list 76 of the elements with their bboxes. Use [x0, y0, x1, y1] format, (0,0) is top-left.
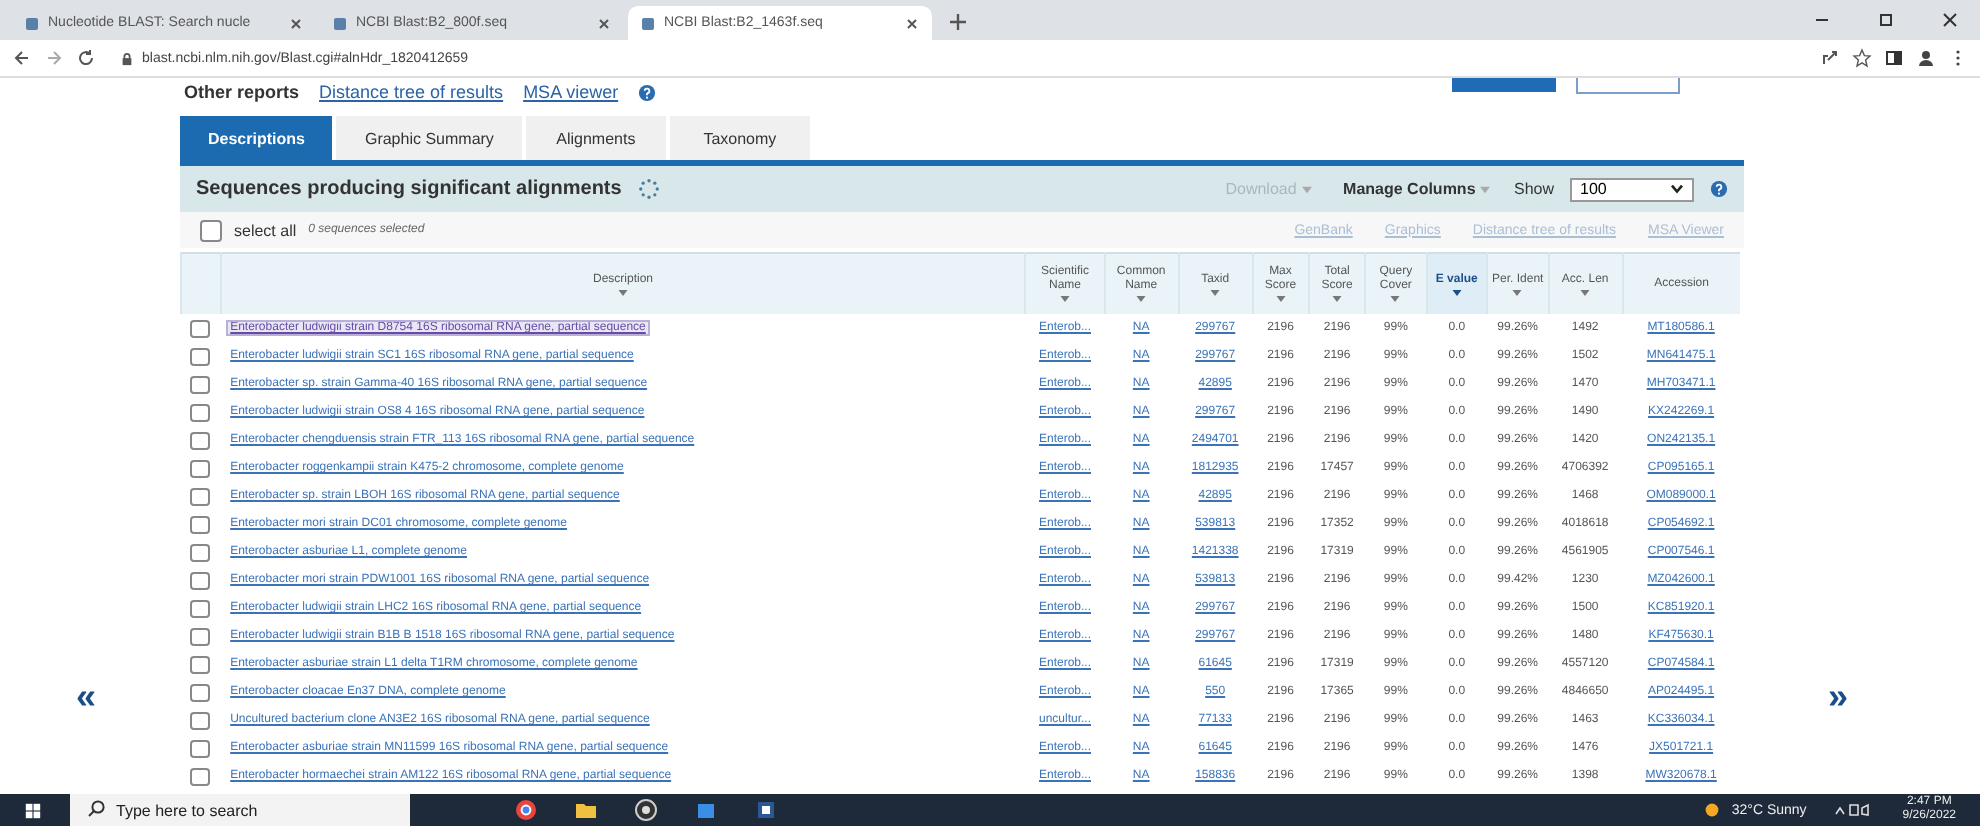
tray-icon[interactable] — [1834, 802, 1875, 818]
next-button[interactable]: » — [1819, 678, 1856, 714]
reload-icon[interactable] — [76, 48, 96, 68]
sort-icon[interactable] — [1210, 289, 1221, 295]
sort-icon[interactable] — [1332, 296, 1343, 302]
sort-icon[interactable] — [1390, 296, 1401, 302]
row-checkbox[interactable] — [190, 347, 211, 365]
select-all-checkbox[interactable] — [200, 219, 222, 241]
chevron-down-icon — [1670, 184, 1684, 194]
profile-icon[interactable] — [1916, 48, 1936, 68]
caret-icon — [1479, 185, 1490, 194]
sort-icon[interactable] — [1451, 289, 1462, 295]
search-field[interactable]: Type here to search — [116, 794, 410, 826]
row-checkbox[interactable] — [190, 459, 211, 477]
help-icon[interactable] — [638, 83, 657, 101]
row-checkbox[interactable] — [190, 431, 211, 449]
panel-title: Sequences producing significant alignments — [196, 178, 622, 200]
sort-icon[interactable] — [1060, 296, 1070, 302]
results-tab[interactable]: Descriptions — [180, 116, 333, 160]
new-tab-icon[interactable] — [948, 12, 968, 32]
row-checkbox[interactable] — [190, 627, 211, 645]
row-checkbox[interactable] — [190, 739, 211, 757]
row-checkbox[interactable] — [190, 487, 211, 505]
row-checkbox[interactable] — [190, 403, 211, 421]
row-checkbox[interactable] — [190, 599, 211, 617]
share-icon[interactable] — [1820, 48, 1840, 68]
report-link[interactable]: MSA viewer — [523, 82, 619, 102]
page-icon — [640, 15, 656, 31]
results-tab[interactable]: Taxonomy — [669, 116, 810, 160]
close-icon[interactable] — [596, 15, 612, 31]
report-link[interactable]: Distance tree of results — [319, 82, 504, 102]
previous-button[interactable]: « — [67, 678, 104, 714]
document-icon[interactable] — [754, 798, 778, 822]
folder-icon[interactable] — [574, 798, 598, 822]
row-checkbox[interactable] — [190, 683, 211, 701]
search-icon[interactable] — [70, 794, 116, 826]
restore-icon[interactable] — [1876, 10, 1896, 30]
sort-icon[interactable] — [618, 289, 628, 295]
row-checkbox[interactable] — [190, 571, 211, 589]
other-reports-label: Other reports — [184, 82, 300, 102]
browser-icon[interactable] — [514, 798, 538, 822]
loading-icon — [637, 178, 660, 200]
results-tab[interactable]: Graphic Summary — [336, 116, 522, 160]
close-icon[interactable] — [1940, 10, 1960, 30]
help-icon[interactable] — [1710, 180, 1728, 198]
row-checkbox[interactable] — [190, 767, 211, 785]
select-all-label: select all — [234, 221, 297, 239]
reset-button[interactable] — [1576, 78, 1680, 94]
forward-icon[interactable] — [44, 48, 64, 68]
media-icon[interactable] — [634, 798, 658, 822]
store-icon[interactable] — [694, 798, 718, 822]
weather-icon — [1703, 802, 1720, 818]
manage-columns-button[interactable]: Manage Columns — [1335, 180, 1498, 198]
show-select[interactable]: 100 — [1570, 177, 1694, 201]
results-tab[interactable]: Alignments — [525, 116, 666, 160]
sort-icon[interactable] — [1275, 296, 1286, 302]
caret-icon — [1301, 185, 1312, 194]
show-label: Show — [1513, 180, 1554, 198]
page-icon — [24, 15, 40, 31]
close-icon[interactable] — [288, 15, 304, 31]
page-icon — [332, 15, 348, 31]
row-checkbox[interactable] — [190, 543, 211, 561]
row-checkbox[interactable] — [190, 711, 211, 729]
sort-icon[interactable] — [1512, 289, 1523, 295]
sidebar-icon[interactable] — [1884, 48, 1904, 68]
close-icon[interactable] — [904, 15, 920, 31]
star-icon[interactable] — [1852, 48, 1872, 68]
sort-icon[interactable] — [1136, 296, 1147, 302]
row-checkbox[interactable] — [190, 655, 211, 673]
sort-icon[interactable] — [1580, 289, 1591, 295]
lock-icon — [120, 51, 134, 65]
row-checkbox[interactable] — [190, 515, 211, 533]
row-checkbox[interactable] — [190, 319, 211, 337]
row-checkbox[interactable] — [190, 375, 211, 393]
windows-icon[interactable] — [24, 801, 42, 819]
back-icon[interactable] — [12, 48, 32, 68]
